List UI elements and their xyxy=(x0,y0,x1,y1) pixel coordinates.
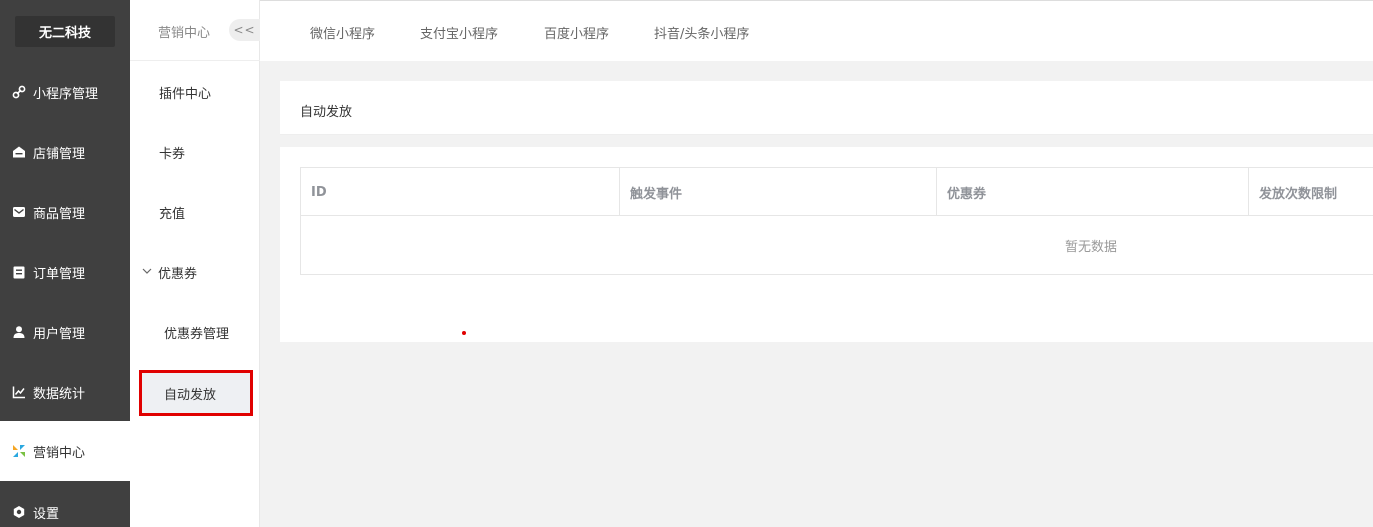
page-title: 自动发放 xyxy=(300,105,353,120)
tab-douyin[interactable]: 抖音/头条小程序 xyxy=(654,23,749,42)
column-header-trigger: 触发事件 xyxy=(620,168,937,216)
table-header: ID 触发事件 优惠券 发放次数限制 xyxy=(301,168,1373,216)
sidebar-item-label: 营销中心 xyxy=(33,445,86,461)
sidebar-item-goods[interactable]: 商品管理 xyxy=(0,182,130,242)
tab-alipay[interactable]: 支付宝小程序 xyxy=(420,23,498,42)
sidebar-item-orders[interactable]: 订单管理 xyxy=(0,242,130,302)
submenu-item-recharge[interactable]: 充值 xyxy=(130,192,260,232)
sidebar-item-settings[interactable]: 设置 xyxy=(0,482,130,527)
brand-logo[interactable]: 无二科技 xyxy=(15,16,115,47)
secondary-menu: 营销中心 << 插件中心 卡券 充值 优惠券 优惠券管理 自动发放 xyxy=(130,0,260,527)
submenu-item-plugins[interactable]: 插件中心 xyxy=(130,72,260,112)
store-icon xyxy=(11,144,27,160)
sidebar-item-label: 设置 xyxy=(33,506,60,522)
sidebar-item-label: 小程序管理 xyxy=(33,86,99,102)
collapse-button[interactable]: << xyxy=(229,19,260,41)
submenu-title: 营销中心 xyxy=(158,26,211,41)
sidebar-item-label: 订单管理 xyxy=(33,266,86,282)
gear-icon xyxy=(11,504,27,520)
sidebar-item-label: 店铺管理 xyxy=(33,146,86,162)
user-icon xyxy=(11,324,27,340)
submenu-header: 营销中心 << xyxy=(130,0,260,61)
data-table: ID 触发事件 优惠券 发放次数限制 暂无数据 xyxy=(300,167,1373,275)
link-icon xyxy=(11,84,27,100)
tab-wechat[interactable]: 微信小程序 xyxy=(310,23,375,42)
submenu-group-coupon[interactable]: 优惠券 xyxy=(130,252,260,292)
column-header-coupon: 优惠券 xyxy=(937,168,1249,216)
sidebar-item-miniprogram[interactable]: 小程序管理 xyxy=(0,62,130,122)
submenu-group-label: 优惠券 xyxy=(158,266,198,282)
sidebar-item-label: 商品管理 xyxy=(33,206,86,222)
tab-baidu[interactable]: 百度小程序 xyxy=(544,23,609,42)
chevron-down-icon xyxy=(142,266,152,279)
cursor-dot xyxy=(462,331,466,335)
column-header-id: ID xyxy=(301,168,620,216)
sidebar-item-marketing[interactable]: 营销中心 xyxy=(0,421,130,481)
platform-tabs: 微信小程序 支付宝小程序 百度小程序 抖音/头条小程序 xyxy=(260,0,1373,61)
envelope-icon xyxy=(11,204,27,220)
empty-state: 暂无数据 xyxy=(1064,240,1117,255)
card-body: ID 触发事件 优惠券 发放次数限制 暂无数据 xyxy=(280,147,1373,342)
submenu-item-cards[interactable]: 卡券 xyxy=(130,132,260,172)
sidebar-item-label: 数据统计 xyxy=(33,386,86,402)
column-header-limit: 发放次数限制 xyxy=(1259,186,1338,202)
submenu-item-coupon-manage[interactable]: 优惠券管理 xyxy=(130,312,260,352)
card-header: 自动发放 xyxy=(280,81,1373,135)
chart-icon xyxy=(11,384,27,400)
sidebar-item-statistics[interactable]: 数据统计 xyxy=(0,362,130,422)
marketing-icon xyxy=(11,443,27,459)
submenu-item-auto-issue[interactable]: 自动发放 xyxy=(139,370,253,416)
sidebar-item-label: 用户管理 xyxy=(33,326,86,342)
main-sidebar: 无二科技 小程序管理 店铺管理 商品管理 订单管理 用户管理 数据统计 营销中心… xyxy=(0,0,130,527)
clipboard-icon xyxy=(11,264,27,280)
sidebar-item-store[interactable]: 店铺管理 xyxy=(0,122,130,182)
sidebar-item-users[interactable]: 用户管理 xyxy=(0,302,130,362)
